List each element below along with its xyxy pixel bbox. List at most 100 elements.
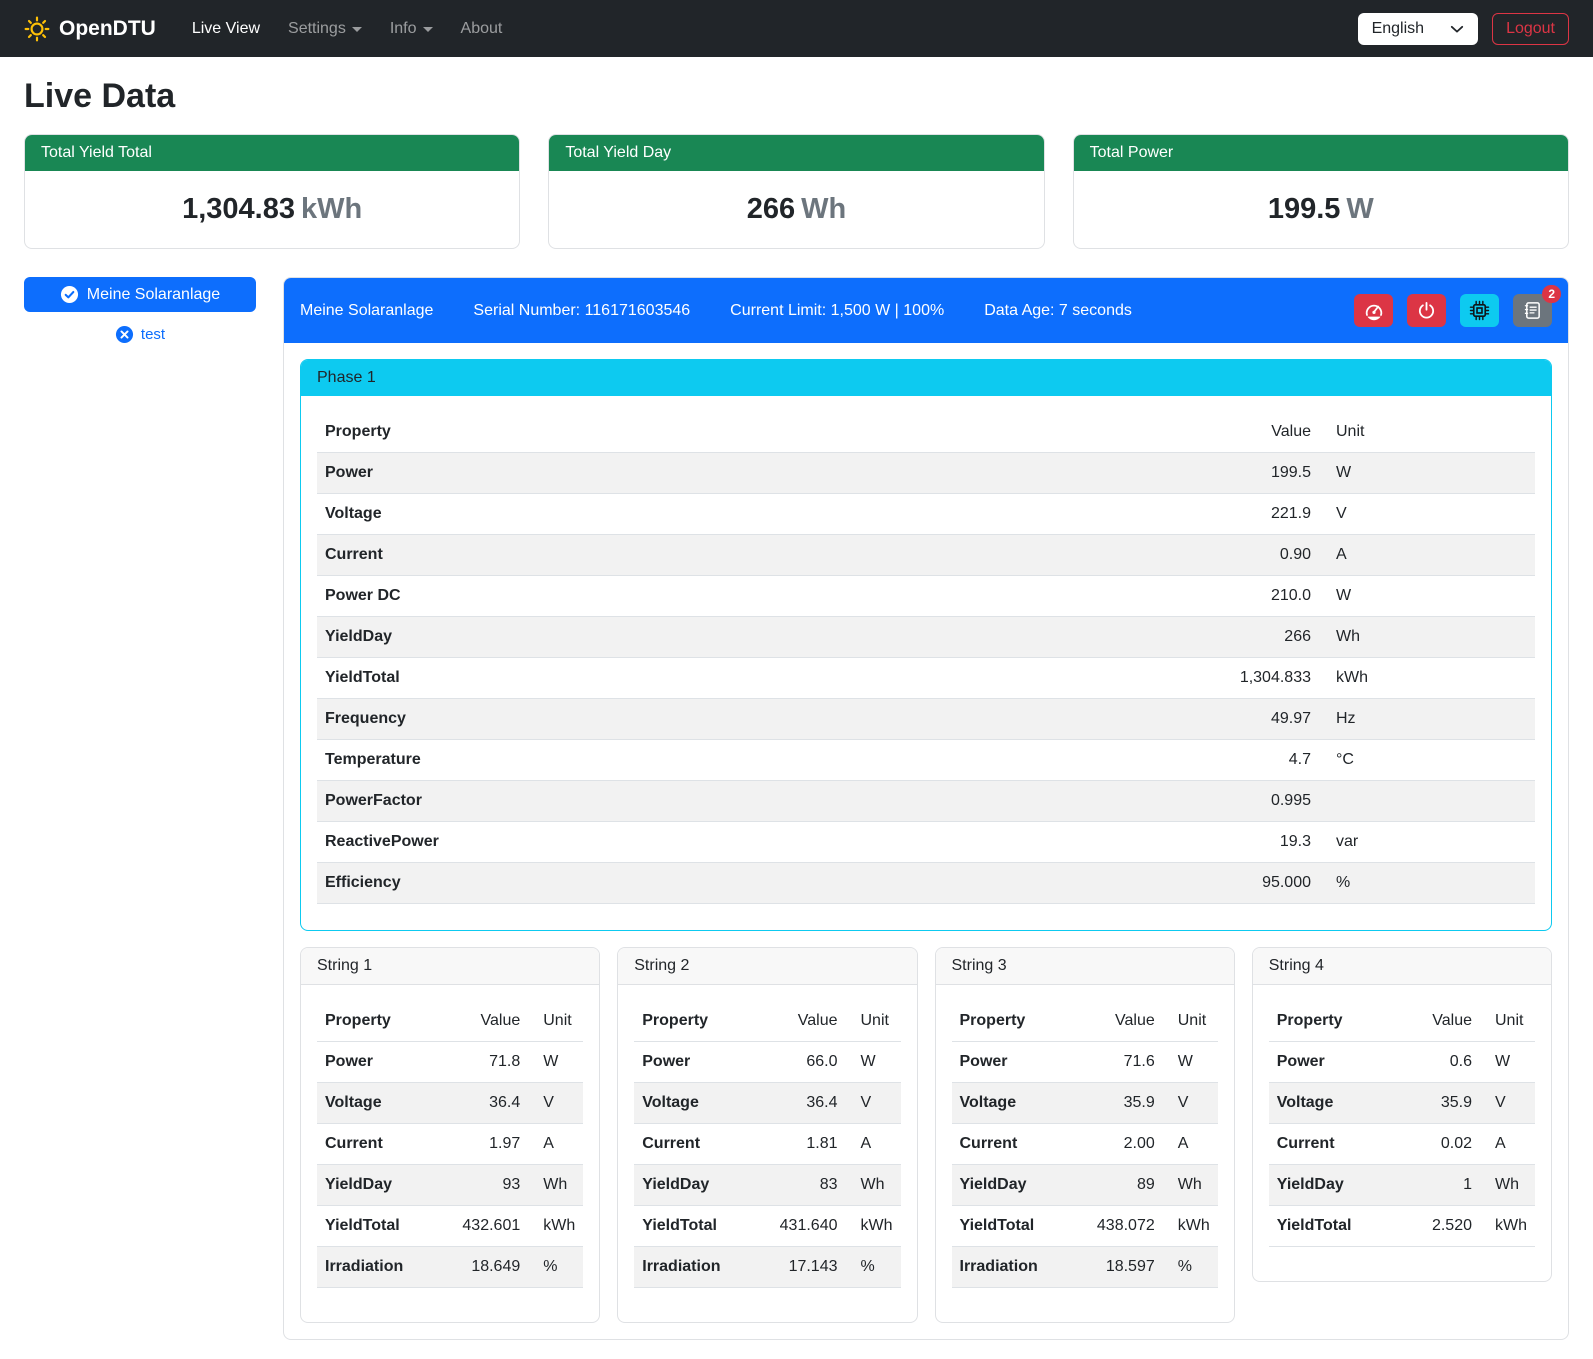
value-cell: 2.520 [1388,1206,1480,1247]
property-cell: Power [1269,1042,1388,1083]
value-cell: 266 [1169,617,1319,658]
value-cell: 431.640 [754,1206,846,1247]
language-selected-value: English [1372,20,1424,38]
power-button[interactable] [1407,294,1446,327]
nav-item-info[interactable]: Info [376,12,447,46]
property-cell: Irradiation [634,1247,753,1288]
unit-cell: kWh [1319,658,1535,699]
journal-text-icon [1523,301,1542,320]
total-yield-total-card: Total Yield Total 1,304.83kWh [24,134,520,249]
value-unit: Wh [801,193,846,225]
value-cell: 66.0 [754,1042,846,1083]
logout-button[interactable]: Logout [1492,13,1569,45]
value-cell: 18.597 [1071,1247,1163,1288]
table-row: Current1.97A [317,1124,583,1165]
unit-cell: Wh [1319,617,1535,658]
unit-cell: W [846,1042,901,1083]
language-select[interactable]: English [1358,13,1478,45]
card-value: 199.5W [1074,171,1568,248]
property-cell: Current [317,1124,436,1165]
phase-header: Phase 1 [301,360,1551,396]
property-cell: Efficiency [317,863,1169,904]
table-row: YieldTotal2.520kWh [1269,1206,1535,1247]
unit-cell: A [1163,1124,1218,1165]
unit-cell: Hz [1319,699,1535,740]
table-row: Voltage35.9V [952,1083,1218,1124]
unit-cell: W [1163,1042,1218,1083]
property-cell: YieldDay [1269,1165,1388,1206]
string-1-card: String 1 Property Value Unit [300,947,600,1323]
property-cell: Voltage [317,1083,436,1124]
value-cell: 1 [1388,1165,1480,1206]
nav-item-settings[interactable]: Settings [274,12,376,46]
value-unit: kWh [301,193,362,225]
col-value: Value [754,1001,846,1042]
string-2-table: Property Value Unit Power66.0WVoltage36.… [634,1001,900,1288]
table-row: Voltage36.4V [634,1083,900,1124]
unit-cell: Wh [528,1165,583,1206]
table-row: YieldDay89Wh [952,1165,1218,1206]
nav-item-label: Settings [288,20,346,38]
property-cell: Current [317,535,1169,576]
unit-cell [1319,781,1535,822]
value-cell: 93 [436,1165,528,1206]
power-icon [1417,301,1436,320]
sidebar-item-test[interactable]: test [24,325,256,344]
value-cell: 1,304.833 [1169,658,1319,699]
property-cell: Voltage [317,494,1169,535]
property-cell: Power [317,453,1169,494]
brand-text: OpenDTU [59,17,156,41]
unit-cell: °C [1319,740,1535,781]
brand-link[interactable]: OpenDTU [24,16,156,42]
table-row: Power199.5W [317,453,1535,494]
col-unit: Unit [1163,1001,1218,1042]
unit-cell: W [528,1042,583,1083]
property-cell: YieldDay [952,1165,1071,1206]
table-row: Current0.90A [317,535,1535,576]
value-cell: 35.9 [1071,1083,1163,1124]
chevron-down-icon [1450,22,1464,36]
value-cell: 83 [754,1165,846,1206]
card-header: Total Yield Day [549,135,1043,171]
limit-settings-button[interactable] [1354,294,1393,327]
page-title: Live Data [24,77,1569,116]
table-row: Power0.6W [1269,1042,1535,1083]
unit-cell: kWh [1480,1206,1535,1247]
property-cell: Power [952,1042,1071,1083]
table-row: YieldDay93Wh [317,1165,583,1206]
total-power-card: Total Power 199.5W [1073,134,1569,249]
sidebar-item-meine-solaranlage[interactable]: Meine Solaranlage [24,277,256,312]
value-cell: 71.6 [1071,1042,1163,1083]
current-limit: Current Limit: 1,500 W | 100% [730,302,944,320]
nav-item-about[interactable]: About [447,12,517,46]
col-property: Property [317,1001,436,1042]
table-row: Current2.00A [952,1124,1218,1165]
col-unit: Unit [528,1001,583,1042]
value-cell: 36.4 [754,1083,846,1124]
value-cell: 95.000 [1169,863,1319,904]
col-value: Value [436,1001,528,1042]
string-1-table: Property Value Unit Power71.8WVoltage36.… [317,1001,583,1288]
string-header: String 3 [936,948,1234,985]
table-row: Power66.0W [634,1042,900,1083]
nav-item-label: About [461,20,503,38]
inverter-sidebar: Meine Solaranlage test [24,277,256,344]
unit-cell: V [1480,1083,1535,1124]
property-cell: Power [634,1042,753,1083]
string-header: String 1 [301,948,599,985]
property-cell: Current [1269,1124,1388,1165]
col-value: Value [1169,412,1319,453]
phase-table: Property Value Unit Power199.5WVoltage22… [317,412,1535,904]
table-row: ReactivePower19.3var [317,822,1535,863]
unit-cell: V [846,1083,901,1124]
property-cell: Frequency [317,699,1169,740]
nav-item-live-view[interactable]: Live View [178,12,274,46]
card-value: 266Wh [549,171,1043,248]
event-log-button[interactable]: 2 [1513,294,1552,327]
x-circle-icon [115,325,134,344]
inverter-panel: Meine Solaranlage Serial Number: 1161716… [283,277,1569,1340]
property-cell: Power DC [317,576,1169,617]
gauge-icon [1364,301,1384,321]
string-4-card: String 4 Property Value Unit [1252,947,1552,1282]
device-info-button[interactable] [1460,294,1499,327]
